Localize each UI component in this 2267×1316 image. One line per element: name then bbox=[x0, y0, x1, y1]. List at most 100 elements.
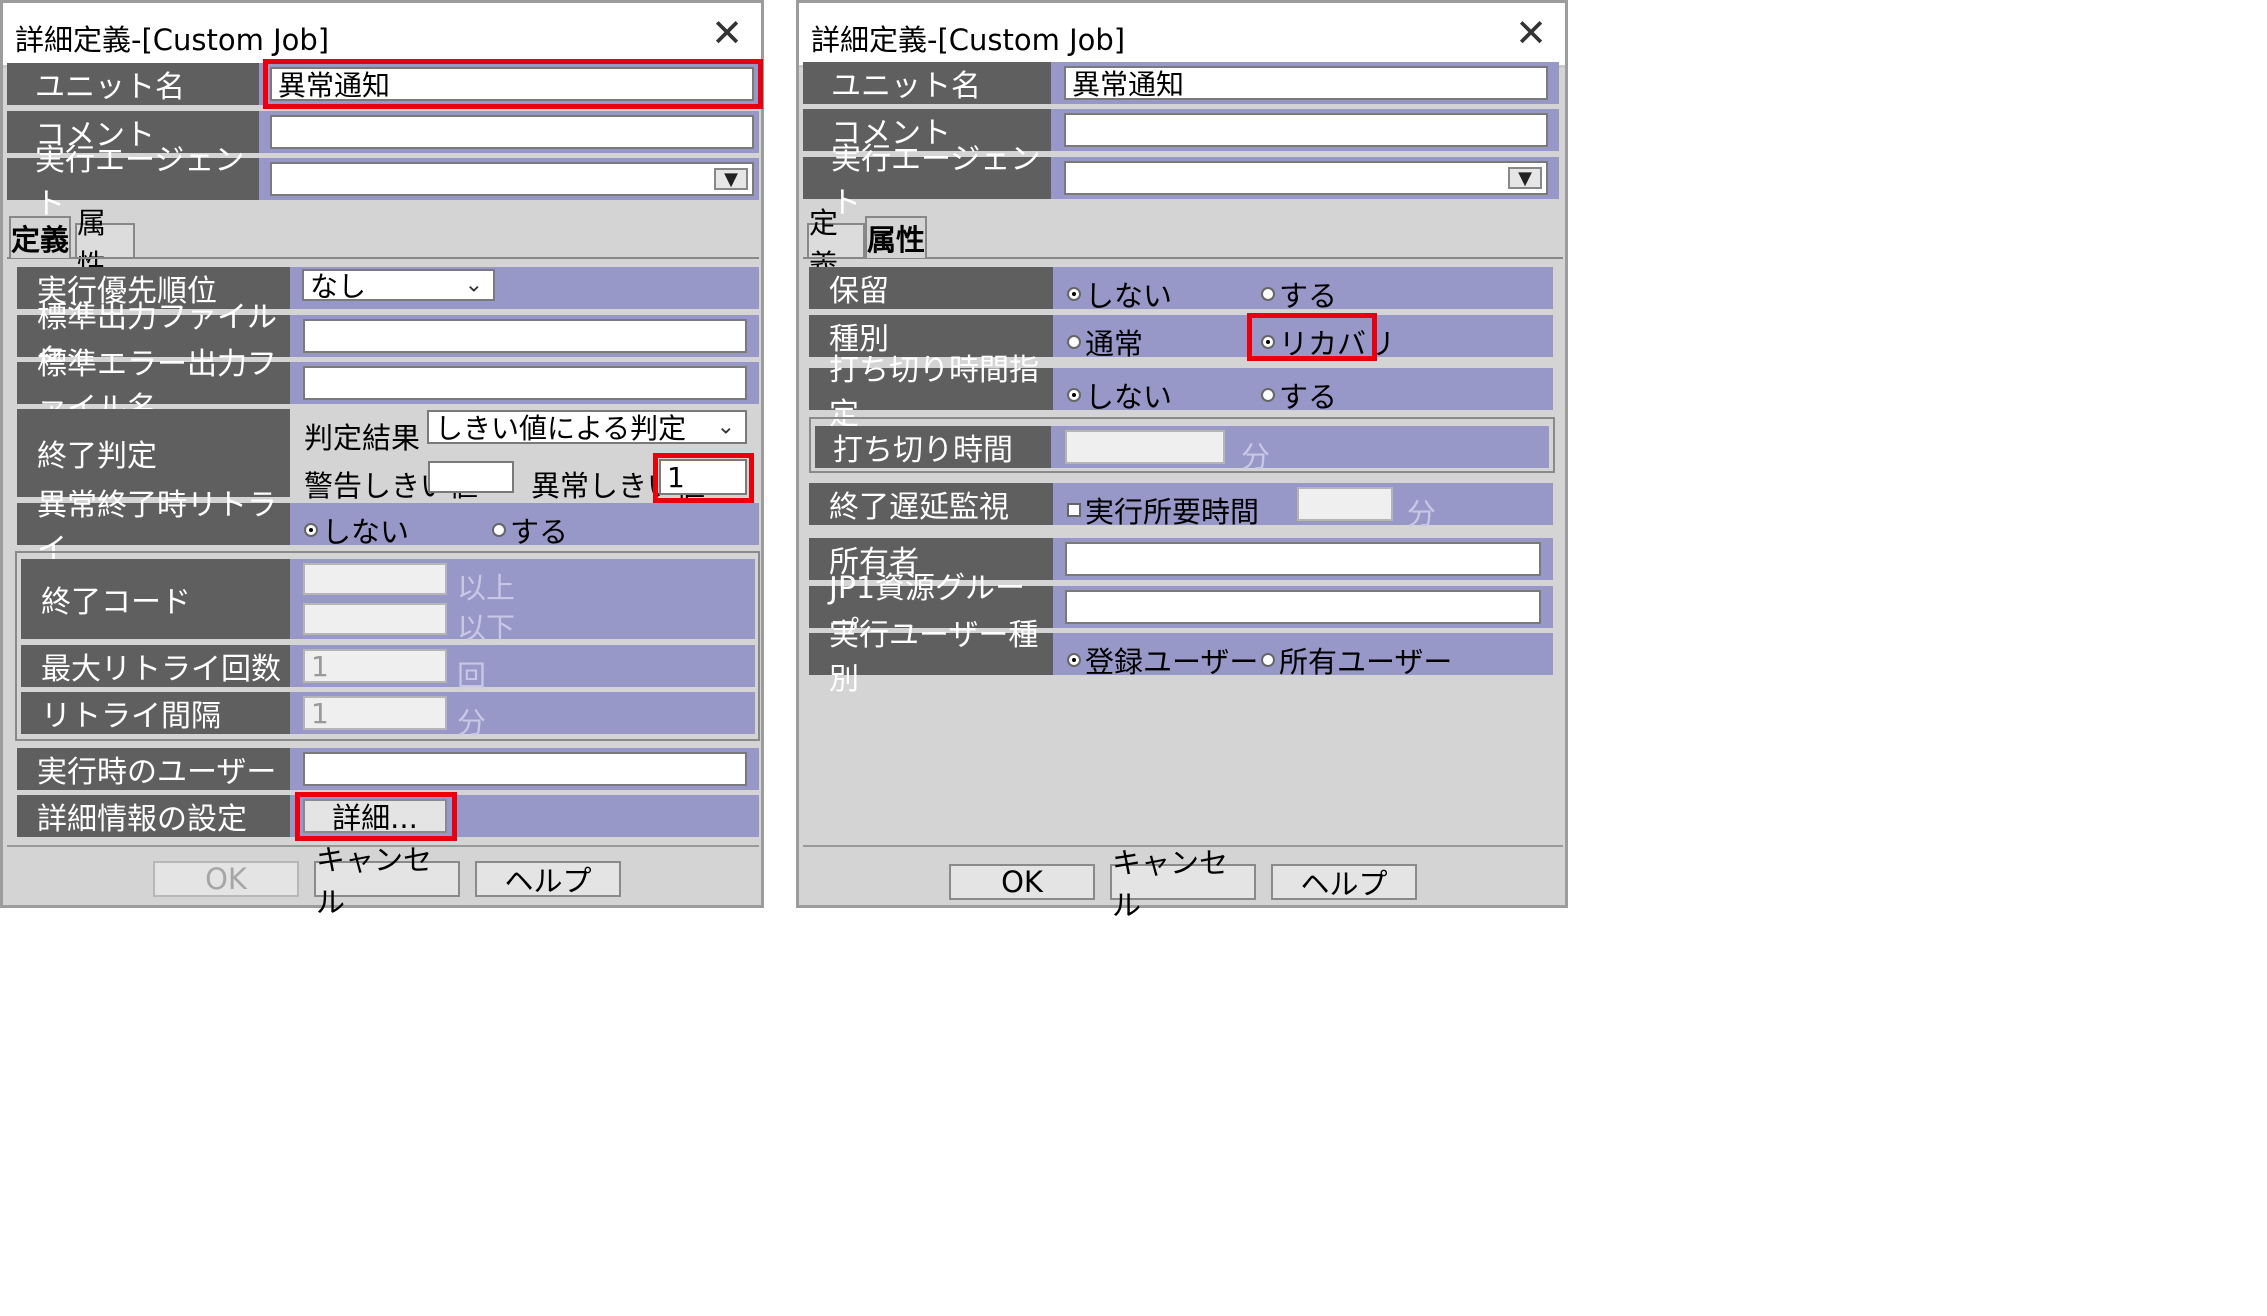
right-dialog: 詳細定義-[Custom Job] ✕ ユニット名 異常通知 コメント 実行エー… bbox=[796, 0, 1568, 922]
highlight-detail-button bbox=[295, 792, 457, 841]
timeout-no-radio[interactable]: しない bbox=[1067, 374, 1172, 416]
timeout-label: 打ち切り時間 bbox=[815, 426, 1051, 468]
timeout-input[interactable] bbox=[1065, 430, 1225, 464]
retry-no-label: しない bbox=[322, 515, 410, 549]
interval-label: リトライ間隔 bbox=[21, 692, 290, 734]
help-button[interactable]: ヘルプ bbox=[475, 861, 621, 898]
judge-result-select[interactable]: しきい値による判定 ⌄ bbox=[427, 410, 747, 445]
chevron-down-icon: ⌄ bbox=[464, 272, 483, 298]
end-code-label: 終了コード bbox=[21, 559, 290, 639]
checkbox-icon bbox=[1067, 503, 1081, 517]
end-code-min-input[interactable] bbox=[303, 563, 447, 595]
retry-yes-label: する bbox=[510, 515, 569, 549]
cancel-button[interactable]: キャンセル bbox=[1110, 846, 1256, 922]
hold-yes-label: する bbox=[1279, 279, 1338, 313]
tab-divider bbox=[7, 257, 759, 259]
max-retry-label: 最大リトライ回数 bbox=[21, 645, 290, 687]
stdout-input[interactable] bbox=[303, 319, 747, 353]
close-icon[interactable]: ✕ bbox=[707, 13, 747, 53]
radio-icon bbox=[1261, 287, 1275, 301]
dropdown-arrow-icon[interactable]: ▼ bbox=[1508, 167, 1542, 189]
tab-definition[interactable]: 定義 bbox=[807, 206, 865, 282]
hold-label: 保留 bbox=[809, 267, 1053, 309]
timeout-no-label: しない bbox=[1085, 380, 1173, 414]
detail-label: 詳細情報の設定 bbox=[17, 795, 290, 837]
owner-input[interactable] bbox=[1065, 542, 1541, 576]
radio-selected-icon bbox=[1067, 287, 1081, 301]
unit-name-label: ユニット名 bbox=[7, 63, 259, 105]
retry-label: 異常終了時リトライ bbox=[17, 488, 290, 567]
priority-select[interactable]: なし ⌄ bbox=[302, 269, 495, 303]
delay-check-label: 実行所要時間 bbox=[1085, 495, 1260, 529]
agent-label: 実行エージェント bbox=[803, 142, 1051, 221]
delay-input[interactable] bbox=[1297, 487, 1393, 521]
count-unit: 回 bbox=[457, 659, 487, 693]
stderr-label: 標準エラー出力ファイル名 bbox=[17, 347, 290, 426]
user-owner-radio[interactable]: 所有ユーザー bbox=[1261, 639, 1452, 681]
max-retry-input[interactable]: 1 bbox=[303, 649, 447, 683]
exec-user-input[interactable] bbox=[303, 752, 747, 786]
tab-definition[interactable]: 定義 bbox=[9, 216, 71, 258]
left-dialog: 詳細定義-[Custom Job] ✕ ユニット名 異常通知 コメント 実行エー… bbox=[0, 0, 764, 919]
close-icon[interactable]: ✕ bbox=[1511, 13, 1551, 53]
minute-unit: 分 bbox=[457, 706, 487, 740]
radio-icon bbox=[492, 523, 506, 537]
user-registered-label: 登録ユーザー bbox=[1085, 645, 1259, 679]
priority-value: なし bbox=[310, 270, 367, 303]
timeout-spec-label: 打ち切り時間指定 bbox=[809, 353, 1053, 432]
agent-combobox[interactable]: ▼ bbox=[1064, 161, 1548, 195]
comment-input[interactable] bbox=[1064, 113, 1548, 147]
below-label: 以下 bbox=[457, 611, 516, 645]
warn-threshold-input[interactable] bbox=[428, 461, 514, 493]
ok-button[interactable]: OK bbox=[949, 864, 1095, 900]
radio-icon bbox=[1067, 335, 1081, 349]
help-button[interactable]: ヘルプ bbox=[1271, 864, 1417, 901]
agent-label: 実行エージェント bbox=[7, 143, 259, 222]
delay-label: 終了遅延監視 bbox=[809, 483, 1053, 525]
user-registered-radio[interactable]: 登録ユーザー bbox=[1067, 639, 1258, 681]
highlight-error-threshold bbox=[653, 453, 754, 503]
unit-name-input[interactable]: 異常通知 bbox=[1064, 66, 1548, 101]
interval-input[interactable]: 1 bbox=[303, 696, 447, 730]
radio-selected-icon bbox=[1067, 388, 1081, 402]
jp1-group-input[interactable] bbox=[1065, 590, 1541, 624]
minute-unit: 分 bbox=[1407, 497, 1437, 531]
type-normal-radio[interactable]: 通常 bbox=[1067, 321, 1143, 363]
retry-no-radio[interactable]: しない bbox=[304, 509, 409, 551]
judge-result-label: 判定結果 bbox=[304, 421, 421, 455]
type-normal-label: 通常 bbox=[1085, 327, 1144, 361]
cancel-button[interactable]: キャンセル bbox=[314, 843, 460, 919]
dialog-title: 詳細定義-[Custom Job] bbox=[811, 23, 1126, 57]
agent-combobox[interactable]: ▼ bbox=[270, 162, 754, 196]
judge-result-value: しきい値による判定 bbox=[435, 412, 687, 445]
timeout-yes-label: する bbox=[1279, 380, 1338, 414]
highlight-recovery bbox=[1247, 313, 1377, 361]
dropdown-arrow-icon[interactable]: ▼ bbox=[714, 168, 748, 190]
radio-icon bbox=[1261, 653, 1275, 667]
comment-input[interactable] bbox=[270, 115, 754, 149]
timeout-yes-radio[interactable]: する bbox=[1261, 374, 1337, 416]
delay-checkbox[interactable]: 実行所要時間 bbox=[1067, 489, 1259, 531]
exec-user-label: 実行時のユーザー bbox=[17, 748, 290, 790]
tab-attributes[interactable]: 属性 bbox=[75, 206, 135, 282]
highlight-unit-name bbox=[263, 59, 763, 109]
above-label: 以上 bbox=[457, 571, 516, 605]
minute-unit: 分 bbox=[1241, 440, 1271, 474]
hold-no-label: しない bbox=[1085, 279, 1173, 313]
dialog-title: 詳細定義-[Custom Job] bbox=[15, 23, 330, 57]
unit-name-label: ユニット名 bbox=[803, 62, 1051, 104]
ok-button[interactable]: OK bbox=[153, 861, 299, 897]
end-code-max-input[interactable] bbox=[303, 603, 447, 635]
radio-selected-icon bbox=[304, 523, 318, 537]
user-owner-label: 所有ユーザー bbox=[1279, 645, 1453, 679]
hold-no-radio[interactable]: しない bbox=[1067, 273, 1172, 315]
radio-icon bbox=[1261, 388, 1275, 402]
retry-yes-radio[interactable]: する bbox=[492, 509, 568, 551]
user-type-label: 実行ユーザー種別 bbox=[809, 618, 1053, 697]
radio-selected-icon bbox=[1067, 653, 1081, 667]
hold-yes-radio[interactable]: する bbox=[1261, 273, 1337, 315]
tab-attributes[interactable]: 属性 bbox=[865, 216, 927, 258]
title-bar: 詳細定義-[Custom Job] ✕ bbox=[799, 3, 1565, 68]
stderr-input[interactable] bbox=[303, 366, 747, 400]
chevron-down-icon: ⌄ bbox=[716, 414, 735, 440]
